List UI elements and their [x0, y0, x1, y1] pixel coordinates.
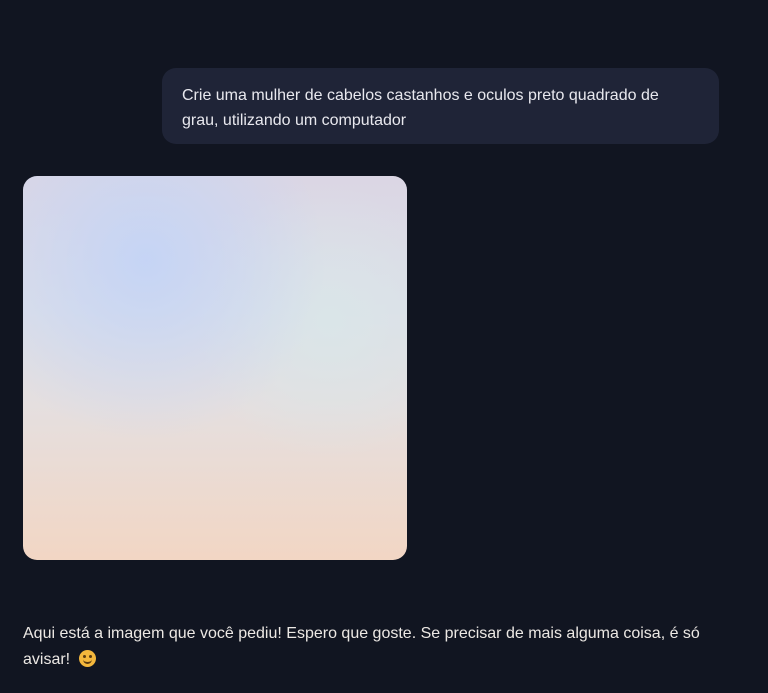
generated-image[interactable] — [23, 176, 407, 560]
assistant-message-text: Aqui está a imagem que você pediu! Esper… — [23, 625, 700, 668]
chat-thread: Crie uma mulher de cabelos castanhos e o… — [0, 0, 768, 693]
user-message-bubble: Crie uma mulher de cabelos castanhos e o… — [162, 68, 719, 144]
smiling-face-icon — [78, 650, 96, 667]
user-message-text: Crie uma mulher de cabelos castanhos e o… — [182, 87, 659, 129]
assistant-message: Aqui está a imagem que você pediu! Esper… — [23, 621, 723, 673]
